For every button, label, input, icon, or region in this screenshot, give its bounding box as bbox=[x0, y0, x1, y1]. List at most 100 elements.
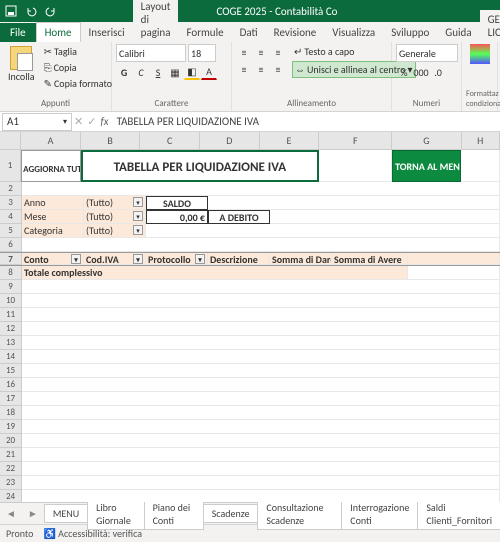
confirm-icon[interactable]: ✓ bbox=[87, 115, 96, 128]
ribbon-tabs: File Home Inserisci Layout di pagina For… bbox=[0, 22, 500, 42]
hdr-dare[interactable]: Somma di Dare bbox=[270, 253, 332, 265]
cell[interactable] bbox=[22, 462, 500, 476]
col-header[interactable]: F bbox=[319, 132, 392, 149]
sheet-nav-prev[interactable]: ◄ bbox=[0, 507, 22, 520]
cell[interactable] bbox=[22, 406, 500, 420]
cell[interactable] bbox=[22, 280, 500, 294]
ribbon: Incolla ✂Taglia ⎘Copia ✎Copia formato Ap… bbox=[0, 42, 500, 112]
col-header[interactable]: A bbox=[21, 132, 81, 149]
dropdown-icon[interactable]: ▾ bbox=[133, 225, 143, 235]
bold-button[interactable]: G bbox=[116, 64, 132, 80]
format-painter-button[interactable]: ✎Copia formato bbox=[42, 76, 114, 91]
font-color-button[interactable]: A bbox=[201, 64, 217, 80]
sheet-title: TABELLA PER LIQUIDAZIONE IVA bbox=[81, 150, 319, 182]
col-header[interactable]: C bbox=[140, 132, 200, 149]
redo-icon[interactable] bbox=[44, 4, 58, 18]
border-button[interactable]: ▦ bbox=[167, 64, 183, 80]
cell[interactable] bbox=[461, 150, 500, 182]
underline-button[interactable]: S bbox=[150, 64, 166, 80]
paste-button[interactable]: Incolla bbox=[4, 44, 39, 85]
cell[interactable] bbox=[22, 294, 500, 308]
sheet-tab[interactable]: Piano dei Conti bbox=[144, 498, 204, 530]
cell[interactable] bbox=[22, 434, 500, 448]
sheet-tab[interactable]: MENU bbox=[44, 504, 88, 523]
tab-layout[interactable]: Layout di pagina bbox=[133, 0, 179, 42]
alignment-grid[interactable]: ≡≡≡ ≡≡≡ bbox=[236, 44, 286, 77]
tab-revisione[interactable]: Revisione bbox=[266, 23, 325, 42]
cell[interactable] bbox=[22, 308, 500, 322]
fx-icon[interactable]: fx bbox=[100, 115, 108, 128]
hdr-descrizione[interactable]: Descrizione▾ bbox=[208, 253, 270, 265]
dropdown-icon[interactable]: ▾ bbox=[133, 211, 143, 221]
col-header[interactable]: D bbox=[200, 132, 260, 149]
hdr-conto[interactable]: Conto▾ bbox=[22, 253, 84, 265]
cut-button[interactable]: ✂Taglia bbox=[42, 44, 114, 59]
col-header[interactable]: E bbox=[260, 132, 320, 149]
tab-visualizza[interactable]: Visualizza bbox=[324, 23, 383, 42]
formula-bar: A1▾ ✕ ✓ fx TABELLA PER LIQUIDAZIONE IVA bbox=[0, 112, 500, 132]
italic-button[interactable]: C bbox=[133, 64, 149, 80]
hdr-protocollo[interactable]: Protocollo▾ bbox=[146, 253, 208, 265]
tab-inserisci[interactable]: Inserisci bbox=[81, 23, 133, 42]
cell[interactable] bbox=[22, 420, 500, 434]
refresh-all-button[interactable]: AGGIORNA TUTTI I DATI bbox=[21, 150, 81, 182]
tab-file[interactable]: File bbox=[0, 23, 36, 42]
number-format-select[interactable]: Generale bbox=[396, 44, 458, 62]
tab-dati[interactable]: Dati bbox=[232, 23, 266, 42]
font-name-select[interactable]: Calibri bbox=[116, 44, 186, 62]
dropdown-icon[interactable]: ▾ bbox=[133, 197, 143, 207]
cell[interactable] bbox=[22, 350, 500, 364]
cell[interactable] bbox=[22, 378, 500, 392]
filter-icon[interactable]: ▾ bbox=[71, 254, 81, 264]
row-3: 3 Anno (Tutto)▾ SALDO bbox=[0, 196, 500, 210]
save-icon[interactable] bbox=[4, 4, 18, 18]
filter-anno-value[interactable]: (Tutto)▾ bbox=[84, 196, 146, 210]
undo-icon[interactable] bbox=[24, 4, 38, 18]
sheet-tab[interactable]: Scadenze bbox=[203, 504, 259, 523]
tab-sviluppo[interactable]: Sviluppo bbox=[383, 23, 437, 42]
cell[interactable] bbox=[22, 476, 500, 490]
tab-licenza[interactable]: GESTIONE LICENZA bbox=[480, 10, 500, 42]
select-all-corner[interactable] bbox=[0, 132, 21, 149]
conditional-format-icon[interactable] bbox=[470, 44, 490, 64]
cell[interactable] bbox=[22, 364, 500, 378]
col-header[interactable]: B bbox=[81, 132, 141, 149]
font-size-select[interactable]: 18 bbox=[188, 44, 216, 62]
copy-button[interactable]: ⎘Copia bbox=[42, 60, 114, 75]
fill-color-button[interactable]: ◧ bbox=[184, 64, 200, 80]
cell[interactable] bbox=[319, 150, 392, 182]
filter-categoria-value[interactable]: (Tutto)▾ bbox=[84, 224, 146, 238]
sheet-tab[interactable]: Libro Giornale bbox=[87, 498, 144, 530]
col-header[interactable]: G bbox=[392, 132, 461, 149]
cell[interactable] bbox=[22, 392, 500, 406]
col-header[interactable]: H bbox=[462, 132, 500, 149]
sheet-nav-next[interactable]: ► bbox=[22, 507, 44, 520]
cell[interactable] bbox=[22, 448, 500, 462]
row-6: 6 bbox=[0, 238, 500, 252]
row-header[interactable]: 1 bbox=[0, 150, 21, 182]
group-number-label: Numeri bbox=[396, 97, 457, 109]
worksheet-grid[interactable]: A B C D E F G H 1 AGGIORNA TUTTI I DATI … bbox=[0, 132, 500, 502]
tab-home[interactable]: Home bbox=[36, 22, 81, 42]
name-box[interactable]: A1▾ bbox=[2, 113, 72, 131]
formula-input[interactable]: TABELLA PER LIQUIDAZIONE IVA bbox=[113, 115, 500, 128]
sheet-tab[interactable]: Consultazione Scadenze bbox=[257, 498, 342, 530]
cell[interactable] bbox=[22, 322, 500, 336]
cancel-icon[interactable]: ✕ bbox=[74, 115, 83, 128]
sheet-tab[interactable]: Interrogazione Conti bbox=[341, 498, 418, 530]
row-9: 9 bbox=[0, 280, 500, 294]
comma-button[interactable]: 000 bbox=[413, 64, 429, 80]
cell[interactable] bbox=[22, 336, 500, 350]
currency-button[interactable]: % bbox=[396, 64, 412, 80]
tab-guida[interactable]: Guida bbox=[437, 23, 479, 42]
hdr-avere[interactable]: Somma di Avere bbox=[332, 253, 408, 265]
back-to-menu-button[interactable]: TORNA AL MENU bbox=[392, 150, 461, 182]
dropdown-icon[interactable]: ▾ bbox=[133, 254, 143, 264]
tab-formule[interactable]: Formule bbox=[178, 23, 231, 42]
sheet-tab[interactable]: Saldi Clienti_Fornitori bbox=[417, 498, 500, 530]
dropdown-icon[interactable]: ▾ bbox=[195, 254, 205, 264]
decrease-decimal-button[interactable]: .0 bbox=[430, 64, 446, 80]
hdr-codiva[interactable]: Cod.IVA▾ bbox=[84, 253, 146, 265]
filter-mese-value[interactable]: (Tutto)▾ bbox=[84, 210, 146, 224]
cell[interactable] bbox=[22, 490, 500, 502]
